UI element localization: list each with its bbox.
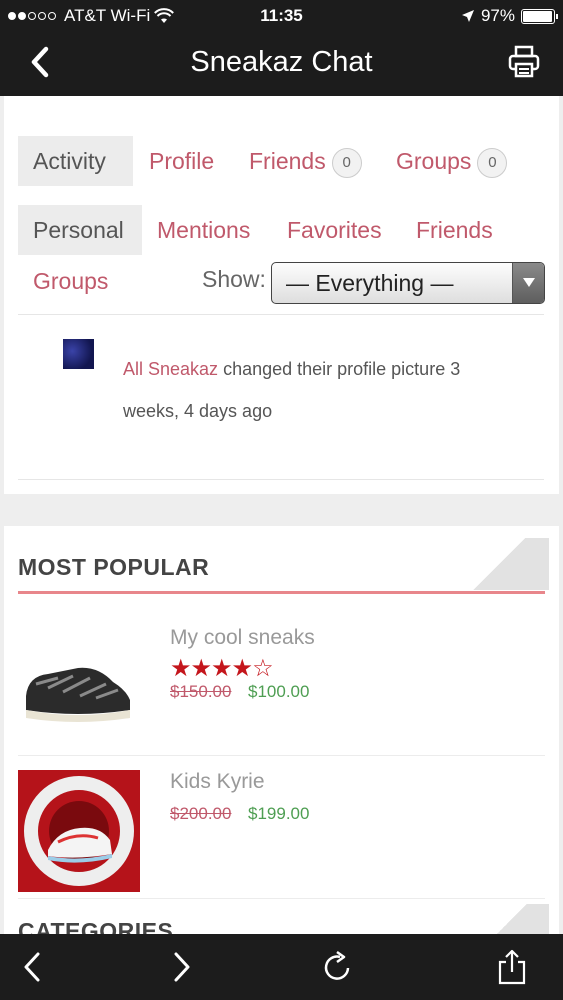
activity-card: Activity Profile Friends 0 Groups 0 Person…	[4, 96, 559, 494]
divider	[18, 479, 544, 480]
section-decoration	[449, 538, 549, 590]
battery-percent: 97%	[480, 6, 515, 25]
categories-title: CATEGORIES	[18, 918, 174, 934]
location-arrow-icon	[461, 10, 474, 22]
printer-icon[interactable]	[507, 44, 541, 80]
groups-count-badge: 0	[477, 147, 508, 178]
star-outline-icon: ☆	[252, 655, 273, 682]
product-name[interactable]: My cool sneaks	[170, 626, 315, 650]
section-decoration	[453, 904, 549, 934]
most-popular-title: MOST POPULAR	[18, 554, 210, 580]
activity-user-link[interactable]: All Sneakaz	[123, 359, 218, 379]
sale-price: $100.00	[248, 682, 310, 701]
tab-groups-label: Groups	[396, 148, 472, 174]
reload-icon[interactable]	[320, 948, 356, 986]
product-name[interactable]: Kids Kyrie	[170, 770, 265, 794]
subtab-mentions[interactable]: Mentions	[142, 205, 265, 255]
browser-toolbar	[0, 934, 563, 1000]
nav-bar: Sneakaz Chat	[0, 32, 563, 96]
battery-icon	[521, 8, 558, 24]
divider	[18, 898, 545, 899]
show-filter-label: Show:	[202, 266, 266, 292]
share-icon[interactable]	[494, 948, 530, 986]
page-title: Sneakaz Chat	[190, 46, 373, 78]
star-icon: ★	[231, 655, 253, 682]
activity-item: All Sneakaz changed their profile pictur…	[123, 348, 503, 432]
status-bar: AT&T Wi-Fi 11:35 97%	[0, 0, 563, 32]
old-price: $150.00	[170, 682, 232, 701]
product-image[interactable]	[18, 770, 140, 892]
star-icon: ★	[190, 655, 212, 682]
divider	[18, 755, 545, 756]
avatar[interactable]	[63, 339, 94, 369]
tab-activity[interactable]: Activity	[18, 136, 133, 186]
product-image[interactable]	[18, 626, 140, 748]
subtab-groups[interactable]: Groups	[18, 256, 123, 306]
old-price: $200.00	[170, 804, 232, 823]
tab-profile[interactable]: Profile	[134, 136, 229, 186]
chevron-down-icon	[512, 263, 544, 303]
rating-stars: ★★★★☆	[170, 654, 274, 683]
subtab-personal[interactable]: Personal	[18, 205, 142, 255]
page-content: Activity Profile Friends 0 Groups 0 Person…	[0, 96, 563, 934]
divider	[18, 314, 544, 315]
status-right: 97%	[461, 6, 558, 26]
tab-groups[interactable]: Groups 0	[381, 136, 522, 186]
subtab-favorites[interactable]: Favorites	[272, 205, 397, 255]
back-arrow-icon[interactable]	[16, 948, 52, 986]
show-filter-value: — Everything —	[286, 270, 454, 296]
sale-price: $199.00	[248, 804, 310, 823]
subtab-friends[interactable]: Friends	[401, 205, 508, 255]
most-popular-card: MOST POPULAR My cool sneaks ★★★★☆ $150.0…	[4, 526, 559, 934]
star-icon: ★	[211, 655, 232, 682]
tab-friends[interactable]: Friends 0	[234, 136, 377, 186]
section-rule	[18, 591, 545, 594]
tab-friends-label: Friends	[249, 148, 326, 174]
star-icon: ★	[170, 655, 191, 682]
friends-count-badge: 0	[331, 147, 362, 178]
forward-arrow-icon[interactable]	[164, 948, 200, 986]
show-filter-select[interactable]: — Everything —	[271, 262, 545, 304]
